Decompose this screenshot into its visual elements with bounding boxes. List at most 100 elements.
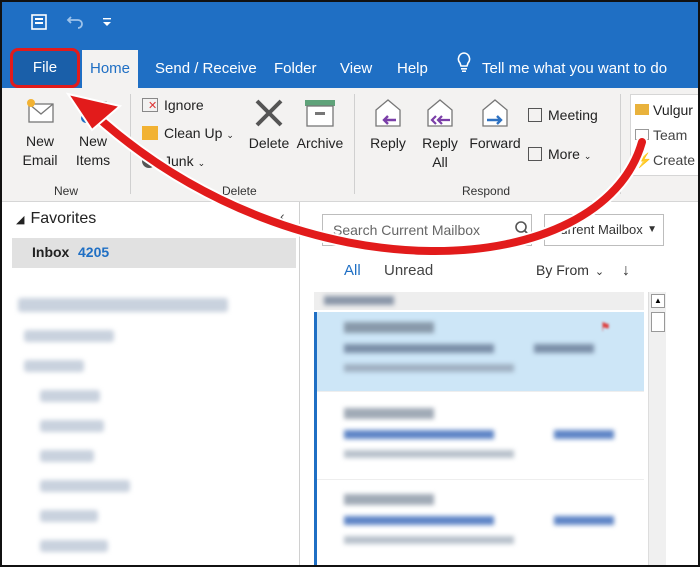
clean-up-icon xyxy=(142,126,158,140)
forward-button[interactable]: Forward xyxy=(466,96,524,153)
folder-item[interactable] xyxy=(24,360,84,372)
tab-send-receive[interactable]: Send / Receive xyxy=(155,50,257,88)
ribbon-divider xyxy=(620,94,621,194)
folder-pane: ◢ Favorites ‹ Inbox 4205 xyxy=(2,202,300,565)
calendar-icon xyxy=(528,108,542,122)
group-header[interactable] xyxy=(314,292,644,310)
meeting-label: Meeting xyxy=(548,107,598,123)
new-items-label-2: Items xyxy=(75,152,111,168)
folder-item[interactable] xyxy=(40,420,104,432)
junk-button[interactable]: Junk ⌄ xyxy=(142,152,205,172)
tab-folder[interactable]: Folder xyxy=(274,50,317,88)
scrollbar[interactable]: ▲ xyxy=(648,292,666,565)
ribbon-divider xyxy=(354,94,355,194)
quick-step-label: Vulgur xyxy=(653,102,693,118)
clean-up-label: Clean Up xyxy=(164,125,223,141)
send-receive-icon[interactable] xyxy=(30,12,50,32)
new-items-label-1: New xyxy=(78,133,107,149)
outlook-window: File Home Send / Receive Folder View Hel… xyxy=(0,0,700,567)
more-button[interactable]: More ⌄ xyxy=(528,145,591,165)
title-bar xyxy=(2,2,698,50)
quick-step-team[interactable]: Team xyxy=(635,126,687,144)
folder-item[interactable] xyxy=(40,390,100,402)
customize-icon[interactable] xyxy=(102,16,112,28)
ignore-icon: ✕ xyxy=(142,98,158,112)
group-label-respond: Respond xyxy=(462,184,511,198)
folder-item[interactable] xyxy=(40,480,130,492)
chevron-down-icon: ⌄ xyxy=(594,266,605,278)
tell-me-box[interactable]: Tell me what you want to do xyxy=(456,50,667,88)
delete-icon xyxy=(255,99,283,127)
folder-item[interactable] xyxy=(40,510,98,522)
ignore-button[interactable]: ✕ Ignore xyxy=(142,96,204,114)
inbox-count: 4205 xyxy=(78,244,110,260)
search-input[interactable]: Search Current Mailbox xyxy=(322,214,532,246)
lightbulb-icon xyxy=(456,50,472,88)
collapse-pane-icon[interactable]: ‹ xyxy=(280,208,285,224)
scope-label: Current Mailbox xyxy=(551,222,643,237)
message-item[interactable] xyxy=(314,396,644,480)
quick-steps-gallery: Vulgur Team ⚡Create xyxy=(630,94,698,176)
tab-file[interactable]: File xyxy=(10,48,80,88)
chevron-down-icon: ⌄ xyxy=(197,158,206,168)
reply-button[interactable]: Reply xyxy=(364,96,412,153)
folder-item[interactable] xyxy=(40,540,108,552)
search-scope-dropdown[interactable]: Current Mailbox ▼ xyxy=(544,214,664,246)
quick-step-create[interactable]: ⚡Create xyxy=(635,151,695,169)
ribbon-tabs: File Home Send / Receive Folder View Hel… xyxy=(2,48,698,88)
new-email-label-2: Email xyxy=(22,152,58,168)
message-list: ⚑ xyxy=(314,292,644,565)
new-email-label-1: New xyxy=(25,133,54,149)
message-list-pane: Search Current Mailbox Current Mailbox ▼ … xyxy=(302,202,698,565)
group-label-new: New xyxy=(54,184,79,198)
junk-label: Junk xyxy=(164,153,194,169)
archive-icon xyxy=(305,100,335,127)
favorites-header[interactable]: ◢ Favorites xyxy=(16,210,96,228)
favorites-label: Favorites xyxy=(30,210,97,227)
flag-icon[interactable]: ⚑ xyxy=(600,320,611,334)
reply-all-icon xyxy=(427,99,453,127)
archive-button[interactable]: Archive xyxy=(294,96,346,153)
sort-direction-icon[interactable]: ↓ xyxy=(622,262,630,280)
delete-button[interactable]: Delete xyxy=(245,96,293,153)
reply-all-button[interactable]: Reply All xyxy=(416,96,464,172)
reply-all-label-2: All xyxy=(432,154,448,170)
favorite-inbox[interactable]: Inbox 4205 xyxy=(12,238,296,268)
undo-icon[interactable] xyxy=(66,12,84,30)
chevron-down-icon: ⌄ xyxy=(226,130,234,140)
message-item[interactable]: ⚑ xyxy=(314,312,644,392)
scroll-up-icon[interactable]: ▲ xyxy=(651,294,665,308)
quick-step-label: Create xyxy=(653,152,696,168)
message-item[interactable] xyxy=(314,482,644,565)
filter-all[interactable]: All xyxy=(344,262,361,279)
search-icon[interactable] xyxy=(514,220,532,243)
folder-item[interactable] xyxy=(40,450,94,462)
ribbon: New Email New Items New ✕ Ignore Clean Up… xyxy=(2,88,698,202)
folder-item[interactable] xyxy=(24,330,114,342)
forward-icon xyxy=(482,99,508,127)
new-email-button[interactable]: New Email xyxy=(14,96,66,170)
tab-help[interactable]: Help xyxy=(397,50,428,88)
tab-home[interactable]: Home xyxy=(82,50,138,88)
reply-all-label-1: Reply xyxy=(422,135,458,151)
filter-unread[interactable]: Unread xyxy=(384,262,433,279)
tab-view[interactable]: View xyxy=(340,50,372,88)
more-label: More xyxy=(548,146,580,162)
tell-me-text: Tell me what you want to do xyxy=(482,60,668,77)
ribbon-divider xyxy=(130,94,131,194)
meeting-button[interactable]: Meeting xyxy=(528,106,598,124)
sort-by-dropdown[interactable]: By From ⌄ xyxy=(536,262,604,278)
team-email-icon xyxy=(635,129,649,140)
forward-label: Forward xyxy=(469,135,521,151)
dropdown-arrow-icon: ▼ xyxy=(647,224,657,235)
quick-step-vulgur[interactable]: Vulgur xyxy=(635,101,693,119)
reply-icon xyxy=(375,99,401,127)
sort-label: By From xyxy=(536,262,589,278)
new-items-button[interactable]: New Items xyxy=(66,96,120,170)
scroll-thumb[interactable] xyxy=(651,312,665,332)
chevron-down-icon: ⌄ xyxy=(583,151,592,161)
new-email-icon xyxy=(27,99,54,123)
clean-up-button[interactable]: Clean Up ⌄ xyxy=(142,124,234,144)
account-header[interactable] xyxy=(18,298,228,312)
junk-icon xyxy=(142,154,156,168)
